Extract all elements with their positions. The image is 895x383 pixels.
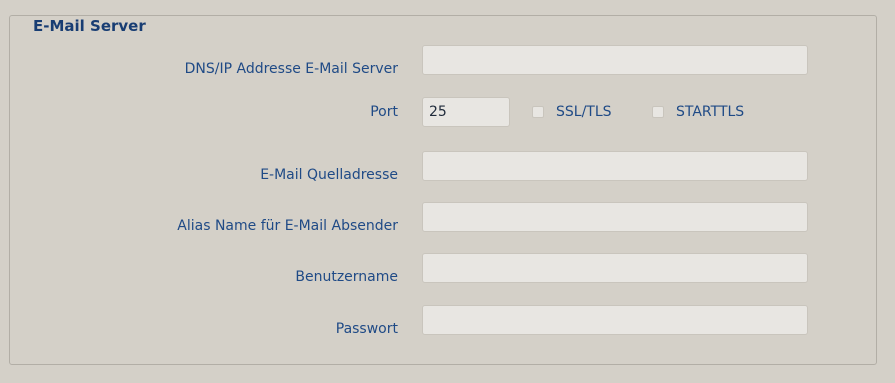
port-label: Port [370, 104, 398, 120]
starttls-checkbox[interactable] [652, 106, 664, 118]
source-address-input[interactable] [422, 151, 808, 181]
password-label: Passwort [335, 321, 398, 337]
host-label: DNS/IP Addresse E-Mail Server [184, 61, 398, 77]
username-label: Benutzername [295, 269, 398, 285]
ssl-tls-label: SSL/TLS [556, 104, 612, 120]
ssl-tls-checkbox[interactable] [532, 106, 544, 118]
port-input[interactable] [422, 97, 510, 127]
host-input[interactable] [422, 45, 808, 75]
source-address-label: E-Mail Quelladresse [260, 167, 398, 183]
alias-input[interactable] [422, 202, 808, 232]
starttls-label: STARTTLS [676, 104, 745, 120]
username-input[interactable] [422, 253, 808, 283]
alias-label: Alias Name für E-Mail Absender [177, 218, 398, 234]
password-input[interactable] [422, 305, 808, 335]
email-server-legend: E-Mail Server [30, 16, 149, 36]
